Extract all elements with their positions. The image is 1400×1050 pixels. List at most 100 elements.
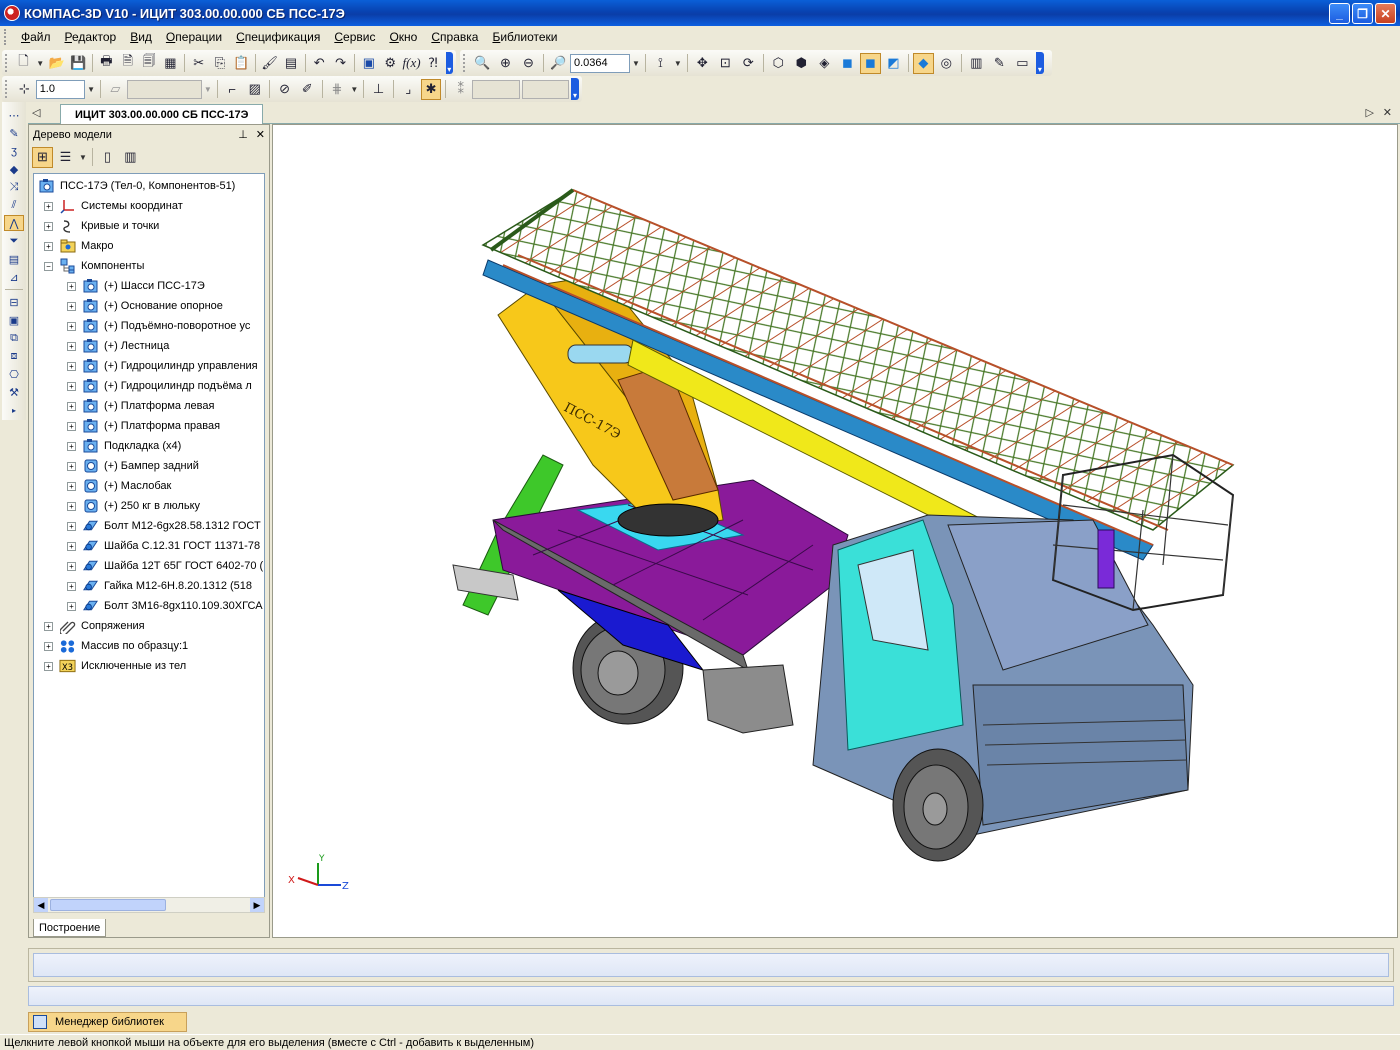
tree-component-item[interactable]: + (+) Основание опорное: [67, 296, 223, 316]
snap-icon[interactable]: ✱: [420, 78, 442, 100]
expand-icon[interactable]: +: [44, 221, 53, 231]
zoom-in-icon[interactable]: ⊕: [495, 53, 516, 74]
scroll-thumb[interactable]: [50, 899, 166, 911]
pan-icon[interactable]: ✥: [692, 53, 713, 74]
rebuild-icon[interactable]: ▭: [1012, 53, 1033, 74]
perspective-icon[interactable]: ◩: [883, 53, 904, 74]
menu-libraries[interactable]: Библиотеки: [485, 28, 564, 46]
specification-panel-icon[interactable]: ▤: [4, 251, 24, 267]
halftone-icon[interactable]: ◼: [837, 53, 858, 74]
menu-grip[interactable]: [4, 29, 8, 45]
edit-part-icon[interactable]: ✎: [4, 125, 24, 141]
tab-scroll-left-icon[interactable]: ◁: [32, 106, 40, 119]
scroll-right-icon[interactable]: ▶: [250, 898, 264, 912]
expand-icon[interactable]: +: [44, 621, 53, 631]
new-file-icon[interactable]: 🗋: [14, 53, 33, 74]
zoom-input[interactable]: 0.0364: [570, 53, 630, 73]
surfaces-icon[interactable]: ◆: [4, 161, 24, 177]
minimize-icon[interactable]: _: [1329, 3, 1350, 24]
menu-help[interactable]: Справка: [424, 28, 485, 46]
zoom-out-icon[interactable]: ⊖: [518, 53, 539, 74]
rotate-icon[interactable]: ⟳: [738, 53, 759, 74]
pen-icon[interactable]: ✐: [297, 79, 318, 100]
step-input[interactable]: 1.0: [35, 79, 86, 99]
menu-specification[interactable]: Спецификация: [229, 28, 327, 46]
undo-icon[interactable]: ↶: [310, 53, 329, 74]
tree-item-macro[interactable]: + Макро: [44, 236, 113, 256]
layer-dropdown-icon[interactable]: ▼: [204, 85, 212, 94]
tree-structure-icon[interactable]: ⊞: [32, 146, 53, 168]
dropdown-arrow-icon[interactable]: ▼: [36, 59, 44, 68]
spec-icon[interactable]: ▣: [359, 53, 378, 74]
show-components-icon[interactable]: ◆: [912, 52, 934, 74]
variables-icon[interactable]: f(x): [402, 53, 421, 74]
edit-icon[interactable]: ✎: [989, 53, 1010, 74]
tab-build[interactable]: Построение: [33, 919, 107, 937]
diagnostics-icon[interactable]: ⚒: [4, 384, 24, 400]
wireframe-icon[interactable]: ⬡: [768, 53, 789, 74]
close-icon[interactable]: ✕: [1375, 3, 1396, 24]
tree-window-icon[interactable]: ▥: [120, 147, 141, 168]
expand-icon[interactable]: +: [67, 461, 76, 471]
zoom-scale-icon[interactable]: 🔎: [548, 53, 569, 74]
tree-item-components[interactable]: − Компоненты: [44, 256, 144, 276]
tree-component-item[interactable]: + (+) Лестница: [67, 336, 169, 356]
edit-assembly-icon[interactable]: ▣: [4, 312, 24, 328]
step-dropdown-icon[interactable]: ▼: [87, 85, 95, 94]
preview-icon[interactable]: 🗐: [139, 53, 158, 74]
copy-icon[interactable]: ⎘: [210, 53, 229, 74]
restore-icon[interactable]: ❐: [1352, 3, 1373, 24]
scroll-left-icon[interactable]: ◀: [34, 898, 48, 912]
menu-file[interactable]: Файл: [14, 28, 58, 46]
expand-icon[interactable]: +: [67, 561, 76, 571]
plane-icon[interactable]: ▨: [244, 79, 265, 100]
step-icon[interactable]: ⊹: [14, 79, 35, 100]
tree-component-item[interactable]: + (+) Бампер задний: [67, 456, 199, 476]
expand-icon[interactable]: +: [67, 541, 76, 551]
expand-icon[interactable]: +: [67, 601, 76, 611]
grid-dropdown-icon[interactable]: ▼: [350, 85, 358, 94]
redo-icon[interactable]: ↷: [331, 53, 350, 74]
expand-icon[interactable]: +: [67, 401, 76, 411]
expand-icon[interactable]: +: [67, 341, 76, 351]
tree-display-mode-icon[interactable]: ☰: [55, 147, 76, 168]
tree-item-mates[interactable]: + Сопряжения: [44, 616, 145, 636]
dropdown-arrow-icon[interactable]: ▼: [79, 153, 87, 162]
expand-icon[interactable]: +: [67, 521, 76, 531]
pin-icon[interactable]: ⊥: [238, 128, 248, 141]
library-icon[interactable]: ⚙: [381, 53, 400, 74]
expand-icon[interactable]: +: [67, 421, 76, 431]
tree-component-item[interactable]: + (+) Платформа левая: [67, 396, 214, 416]
toolbar-grip[interactable]: [5, 54, 9, 72]
tree-component-item[interactable]: + (+) Гидроцилиндр подъёма л: [67, 376, 252, 396]
expand-icon[interactable]: +: [44, 641, 53, 651]
tab-scroll-right-icon[interactable]: ▷: [1366, 106, 1374, 119]
collapse-icon[interactable]: −: [44, 261, 53, 271]
expand-icon[interactable]: +: [67, 441, 76, 451]
add-component-icon[interactable]: ⧈: [4, 348, 24, 364]
3d-viewport[interactable]: ПСС-17Э Y X Z: [272, 124, 1398, 938]
print-icon[interactable]: 🖶: [97, 53, 116, 74]
tree-component-item[interactable]: + (+) Шасси ПСС-17Э: [67, 276, 205, 296]
tree-item-curves[interactable]: + Кривые и точки: [44, 216, 159, 236]
expand-icon[interactable]: +: [67, 281, 76, 291]
panel-expand-icon[interactable]: ▸: [4, 402, 24, 418]
menu-editor[interactable]: Редактор: [58, 28, 124, 46]
expand-icon[interactable]: +: [67, 581, 76, 591]
expand-icon[interactable]: +: [67, 481, 76, 491]
tree-component-item[interactable]: + Болт М12-6gx28.58.1312 ГОСТ: [67, 516, 261, 536]
manager-icon[interactable]: ▤: [281, 53, 300, 74]
menu-window[interactable]: Окно: [382, 28, 424, 46]
spatial-curves-icon[interactable]: ʒ: [4, 143, 24, 159]
tree-component-item[interactable]: + (+) Гидроцилиндр управления: [67, 356, 258, 376]
expand-icon[interactable]: +: [44, 661, 53, 671]
tree-item-excluded[interactable]: + X3 Исключенные из тел: [44, 656, 186, 676]
cursor-coords-icon[interactable]: ⁑: [450, 79, 471, 100]
ortho-mode-icon[interactable]: ⌟: [398, 79, 419, 100]
format-brush-icon[interactable]: 🖌: [260, 53, 279, 74]
orthogonal-icon[interactable]: ⊥: [368, 79, 389, 100]
dropdown-arrow-icon[interactable]: ▼: [674, 59, 682, 68]
sheet-metal-icon[interactable]: ⊟: [4, 294, 24, 310]
tree-component-item[interactable]: + (+) 250 кг в люльку: [67, 496, 200, 516]
toolbar-grip[interactable]: [5, 80, 9, 98]
